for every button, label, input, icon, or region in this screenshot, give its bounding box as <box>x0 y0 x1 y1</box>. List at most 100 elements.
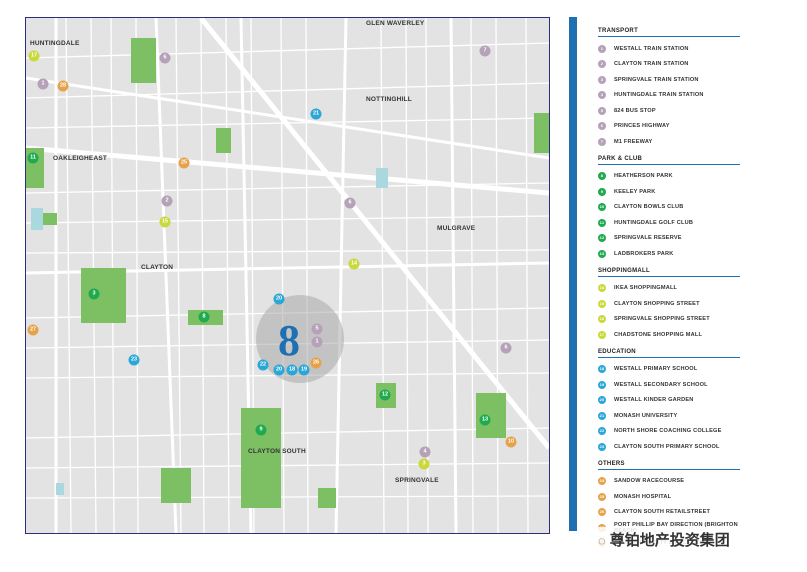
legend-item[interactable]: 20 WESTALL KINDER GARDEN <box>598 393 740 409</box>
place-huntingdale: HUNTINGDALE <box>30 40 80 47</box>
wechat-icon: ◌ <box>598 533 606 548</box>
legend-item[interactable]: 25 MONASH HOSPITAL <box>598 489 740 505</box>
legend-item-label: SANDOW RACECOURSE <box>614 478 685 485</box>
map-marker-1b[interactable]: 1 <box>311 336 323 348</box>
map-marker-23[interactable]: 23 <box>128 354 140 366</box>
legend-marker: 18 <box>598 365 606 374</box>
legend-item-label: CLAYTON SOUTH PRIMARY SCHOOL <box>614 443 720 450</box>
map-marker-1[interactable]: 1 <box>37 78 49 90</box>
legend-item[interactable]: 11 HUNTINGDALE GOLF CLUB <box>598 215 740 231</box>
legend-marker: 9 <box>598 187 606 196</box>
map-marker-6b[interactable]: 6 <box>344 197 356 209</box>
map-marker-6[interactable]: 6 <box>159 52 171 64</box>
legend-marker: 3 <box>598 75 606 84</box>
place-clayton-south: CLAYTON SOUTH <box>248 448 306 455</box>
legend-item-label: HUNTINGDALE TRAIN STATION <box>614 92 704 99</box>
legend-marker: 15 <box>598 299 606 308</box>
legend-item[interactable]: 4 HUNTINGDALE TRAIN STATION <box>598 88 740 104</box>
legend-item[interactable]: 14 IKEA SHOPPINGMALL <box>598 281 740 297</box>
map-marker-18[interactable]: 18 <box>286 364 298 376</box>
map-marker-7[interactable]: 7 <box>479 45 491 57</box>
watermark-text: 尊铂地产投资集团 <box>609 532 730 549</box>
legend-item[interactable]: 16 SPRINGVALE SHOPPING STREET <box>598 312 740 328</box>
legend-marker: 19 <box>598 380 606 389</box>
legend-marker: 6 <box>598 122 606 131</box>
legend-item[interactable]: 3 SPRINGVALE TRAIN STATION <box>598 72 740 88</box>
legend-item[interactable]: 2 CLAYTON TRAIN STATION <box>598 57 740 73</box>
legend-marker: 2 <box>598 60 606 69</box>
legend-marker: 22 <box>598 427 606 436</box>
legend-item[interactable]: 13 LADBROKERS PARK <box>598 246 740 262</box>
legend-item[interactable]: 12 SPRINGVALE RESERVE <box>598 231 740 247</box>
map-marker-16[interactable]: 3 <box>418 458 430 470</box>
legend-item[interactable]: 7 M1 FREEWAY <box>598 134 740 150</box>
legend-item-label: M1 FREEWAY <box>614 138 653 145</box>
legend-item[interactable]: 23 CLAYTON SOUTH PRIMARY SCHOOL <box>598 439 740 455</box>
legend-item[interactable]: 6 PRINCES HIGHWAY <box>598 119 740 135</box>
place-nottinghill: NOTTINGHILL <box>366 96 412 103</box>
legend-item[interactable]: 15 CLAYTON SHOPPING STREET <box>598 296 740 312</box>
map-marker-20b[interactable]: 20 <box>273 364 285 376</box>
legend-item[interactable]: 17 CHADSTONE SHOPPING MALL <box>598 327 740 343</box>
map-marker-26[interactable]: 26 <box>310 357 322 369</box>
map-marker-3[interactable]: 3 <box>88 288 100 300</box>
legend-item[interactable]: 5 824 BUS STOP <box>598 103 740 119</box>
map-marker-28[interactable]: 28 <box>57 80 69 92</box>
map-marker-27[interactable]: 27 <box>27 324 39 336</box>
legend-item[interactable]: 8 HEATHERSON PARK <box>598 169 740 185</box>
legend-item[interactable]: 26 CLAYTON SOUTH RETAILSTREET <box>598 505 740 521</box>
legend-item-label: SPRINGVALE RESERVE <box>614 235 682 242</box>
legend-item-label: CLAYTON TRAIN STATION <box>614 61 689 68</box>
legend-item-label: SPRINGVALE SHOPPING STREET <box>614 316 710 323</box>
map-marker-6c[interactable]: 6 <box>500 342 512 354</box>
legend-marker: 1 <box>598 44 606 53</box>
legend-item-label: CLAYTON SHOPPING STREET <box>614 300 700 307</box>
legend-item[interactable]: 19 WESTALL SECONDARY SCHOOL <box>598 377 740 393</box>
map-marker-5[interactable]: 5 <box>311 323 323 335</box>
map-marker-13[interactable]: 13 <box>479 414 491 426</box>
legend-item[interactable]: 22 NORTH SHORE COACHING COLLEGE <box>598 424 740 440</box>
map-marker-17[interactable]: 17 <box>28 50 40 62</box>
map-marker-14[interactable]: 14 <box>348 258 360 270</box>
legend-marker: 12 <box>598 234 606 243</box>
legend-marker: 8 <box>598 172 606 181</box>
map-marker-21[interactable]: 21 <box>310 108 322 120</box>
map-marker-25[interactable]: 25 <box>178 157 190 169</box>
accent-bar <box>569 17 577 531</box>
map-marker-12[interactable]: 12 <box>379 389 391 401</box>
legend-item[interactable]: 24 SANDOW RACECOURSE <box>598 474 740 490</box>
legend-marker: 24 <box>598 477 606 486</box>
map-marker-15[interactable]: 15 <box>159 216 171 228</box>
place-oakleigh-east: OAKLEIGHEAST <box>53 155 108 162</box>
place-glen-waverley: GLEN WAVERLEY <box>366 20 425 27</box>
map-marker-2[interactable]: 2 <box>161 195 173 207</box>
legend-item[interactable]: 9 KEELEY PARK <box>598 184 740 200</box>
map-panel[interactable]: 8 GLEN WAVERLEY HUNTINGDALE NOTTINGHILL … <box>25 17 550 534</box>
map-marker-9[interactable]: 9 <box>255 424 267 436</box>
legend-item[interactable]: 21 MONASH UNIVERSITY <box>598 408 740 424</box>
legend-item-label: KEELEY PARK <box>614 188 656 195</box>
legend-item-label: 824 BUS STOP <box>614 107 656 114</box>
parks <box>26 38 549 508</box>
legend-item[interactable]: 1 WESTALL TRAIN STATION <box>598 41 740 57</box>
legend-item-label: CHADSTONE SHOPPING MALL <box>614 331 703 338</box>
map-marker-11[interactable]: 11 <box>27 152 39 164</box>
legend-item-label: PRINCES HIGHWAY <box>614 123 670 130</box>
map-marker-4[interactable]: 4 <box>419 446 431 458</box>
map-marker-19[interactable]: 19 <box>298 364 310 376</box>
project-number: 8 <box>278 316 300 365</box>
place-clayton: CLAYTON <box>141 264 174 271</box>
place-springvale: SPRINGVALE <box>395 477 439 484</box>
legend-item-label: SPRINGVALE TRAIN STATION <box>614 76 699 83</box>
street-network <box>26 18 549 533</box>
legend-marker: 26 <box>598 508 606 517</box>
legend-section-title: EDUCATION <box>598 349 740 358</box>
legend-item[interactable]: 10 CLAYTON BOWLS CLUB <box>598 200 740 216</box>
map-marker-22[interactable]: 22 <box>257 359 269 371</box>
legend-section-title: SHOPPINGMALL <box>598 268 740 277</box>
map-marker-20[interactable]: 20 <box>273 293 285 305</box>
legend-item[interactable]: 18 WESTALL PRIMARY SCHOOL <box>598 362 740 378</box>
legend-item-label: IKEA SHOPPINGMALL <box>614 285 678 292</box>
map-marker-24[interactable]: 10 <box>505 436 517 448</box>
map-marker-8[interactable]: 8 <box>198 311 210 323</box>
